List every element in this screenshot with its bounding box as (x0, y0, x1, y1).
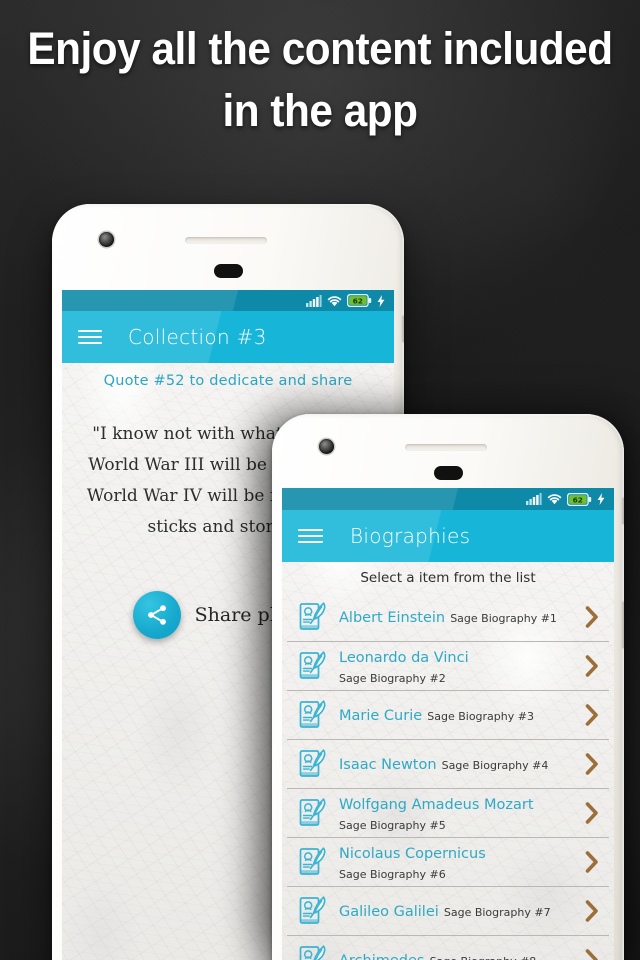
list-item-subtitle: Sage Biography #4 (441, 759, 549, 772)
back-status-bar: 62 (62, 290, 394, 311)
list-item[interactable]: Galileo Galilei Sage Biography #7 (287, 887, 609, 936)
list-item-text: Leonardo da Vinci Sage Biography #2 (339, 647, 579, 686)
biography-document-quill-icon (296, 894, 330, 928)
list-item[interactable]: Nicolaus Copernicus Sage Biography #6 (287, 838, 609, 887)
share-icon[interactable] (132, 591, 181, 639)
list-item[interactable]: Leonardo da Vinci Sage Biography #2 (287, 642, 609, 691)
list-item-title: Wolfgang Amadeus Mozart (339, 796, 534, 813)
battery-level-text: 62 (573, 495, 583, 504)
list-item[interactable]: Albert Einstein Sage Biography #1 (287, 593, 609, 642)
front-app-bar: Biographies (282, 510, 614, 562)
biography-document-quill-icon (296, 698, 330, 732)
list-item-title: Galileo Galilei (339, 904, 439, 920)
list-item-text: Archimedes Sage Biography #8 (339, 950, 579, 960)
chevron-right-icon[interactable] (583, 898, 601, 924)
list-item[interactable]: Isaac Newton Sage Biography #4 (287, 740, 609, 789)
list-item-title: Nicolaus Copernicus (339, 845, 486, 862)
list-item[interactable]: Marie Curie Sage Biography #3 (287, 691, 609, 740)
list-item-subtitle: Sage Biography #6 (339, 867, 446, 881)
earpiece-speaker (405, 444, 487, 451)
list-item-text: Galileo Galilei Sage Biography #7 (339, 901, 579, 921)
list-item-text: Nicolaus Copernicus Sage Biography #6 (339, 843, 579, 882)
list-item-subtitle: Sage Biography #1 (450, 612, 557, 625)
biography-document-quill-icon (296, 649, 330, 683)
list-item[interactable]: Wolfgang Amadeus Mozart Sage Biography #… (287, 789, 609, 838)
chevron-right-icon[interactable] (583, 604, 601, 630)
promo-headline: Enjoy all the content included in the ap… (19, 18, 621, 142)
power-button[interactable] (402, 316, 404, 342)
list-item-title: Marie Curie (339, 708, 423, 724)
list-item-subtitle: Sage Biography #5 (339, 818, 446, 832)
list-item-subtitle: Sage Biography #2 (339, 671, 446, 685)
biography-document-quill-icon (296, 747, 330, 781)
biography-document-quill-icon (296, 845, 330, 879)
list-item-subtitle: Sage Biography #3 (427, 710, 534, 723)
biography-document-quill-icon (296, 943, 330, 960)
list-item-text: Albert Einstein Sage Biography #1 (339, 607, 579, 627)
headline-line-2: in the app (222, 85, 418, 136)
list-item-title: Leonardo da Vinci (339, 649, 469, 666)
proximity-sensor (214, 264, 243, 278)
list-item-subtitle: Sage Biography #8 (430, 955, 537, 960)
headline-line-1: Enjoy all the content included (27, 23, 613, 74)
list-item-title: Albert Einstein (339, 610, 446, 626)
cellular-signal-icon (526, 493, 542, 505)
status-bar-sheen (282, 488, 614, 510)
battery-icon: 62 (347, 294, 372, 307)
back-app-bar-title: Collection #3 (128, 325, 267, 349)
charging-bolt-icon (597, 493, 605, 505)
front-app-bar-title: Biographies (350, 524, 471, 548)
list-item-text: Marie Curie Sage Biography #3 (339, 705, 579, 725)
list-item-subtitle: Sage Biography #7 (443, 906, 551, 919)
wifi-icon (547, 493, 562, 505)
wifi-icon (327, 295, 342, 307)
chevron-right-icon[interactable] (583, 849, 601, 875)
front-phone-device: 62 Biographies Select a item from the li… (272, 414, 624, 960)
cellular-signal-icon (306, 294, 322, 307)
status-bar-sheen (62, 290, 394, 311)
back-app-bar: Collection #3 (62, 311, 394, 363)
list-item[interactable]: Archimedes Sage Biography #8 (287, 936, 609, 960)
front-phone-screen: 62 Biographies Select a item from the li… (282, 488, 614, 960)
charging-bolt-icon (377, 294, 385, 307)
chevron-right-icon[interactable] (583, 800, 601, 826)
list-item-text: Wolfgang Amadeus Mozart Sage Biography #… (339, 794, 579, 833)
front-camera-icon (99, 232, 114, 247)
volume-button[interactable] (622, 602, 624, 648)
battery-icon: 62 (567, 492, 592, 506)
chevron-right-icon[interactable] (583, 751, 601, 777)
biography-document-quill-icon (296, 796, 330, 830)
promo-screenshot: Enjoy all the content included in the ap… (0, 0, 640, 960)
list-header-label: Select a item from the list (360, 570, 536, 586)
proximity-sensor (434, 466, 463, 480)
power-button[interactable] (622, 498, 624, 524)
hamburger-menu-icon[interactable] (298, 527, 323, 546)
front-status-bar: 62 (282, 488, 614, 510)
biography-document-quill-icon (296, 600, 330, 634)
front-camera-icon (319, 439, 334, 454)
battery-level-text: 62 (353, 296, 363, 305)
chevron-right-icon[interactable] (583, 702, 601, 728)
quote-subtitle: Quote #52 to dedicate and share (103, 373, 353, 389)
earpiece-speaker (185, 237, 267, 244)
chevron-right-icon[interactable] (583, 947, 601, 960)
list-item-title: Isaac Newton (339, 757, 437, 773)
list-item-text: Isaac Newton Sage Biography #4 (339, 754, 579, 774)
hamburger-menu-icon[interactable] (78, 328, 102, 346)
chevron-right-icon[interactable] (583, 653, 601, 679)
front-phone-content: Select a item from the list Albert Einst… (282, 562, 614, 960)
list-item-title: Archimedes (339, 953, 424, 960)
biography-list[interactable]: Albert Einstein Sage Biography #1 Leonar… (282, 593, 614, 960)
